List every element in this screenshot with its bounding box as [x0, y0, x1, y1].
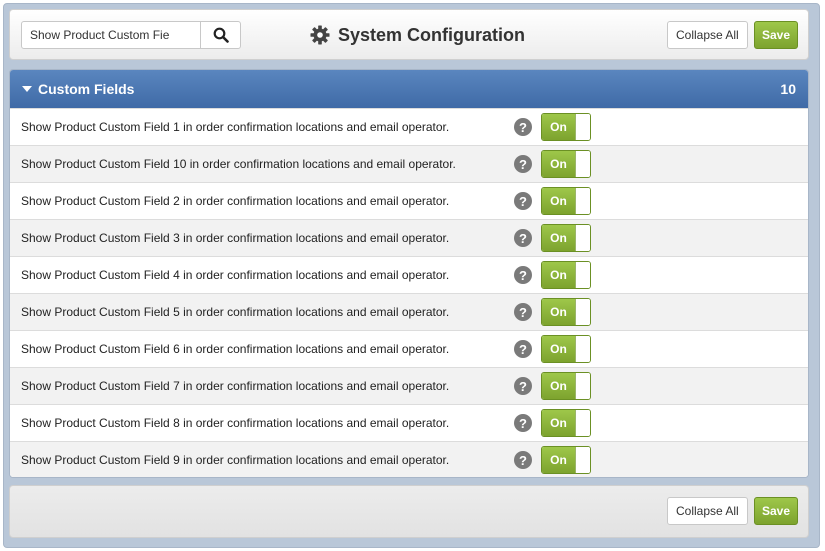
- toggle-on-label: On: [542, 410, 575, 436]
- toggle-knob: [575, 410, 590, 436]
- setting-row: Show Product Custom Field 4 in order con…: [10, 256, 808, 293]
- setting-row: Show Product Custom Field 1 in order con…: [10, 108, 808, 145]
- help-icon[interactable]: ?: [514, 155, 532, 173]
- setting-label: Show Product Custom Field 2 in order con…: [21, 194, 450, 208]
- help-icon[interactable]: ?: [514, 192, 532, 210]
- setting-label: Show Product Custom Field 10 in order co…: [21, 157, 456, 171]
- page-title: System Configuration: [310, 24, 525, 46]
- toggle-knob: [575, 151, 590, 177]
- panel-count: 10: [780, 81, 796, 97]
- setting-row: Show Product Custom Field 9 in order con…: [10, 441, 808, 477]
- setting-row: Show Product Custom Field 8 in order con…: [10, 404, 808, 441]
- toggle-on-label: On: [542, 336, 575, 362]
- on-off-toggle[interactable]: On: [541, 335, 591, 363]
- search-input[interactable]: [22, 22, 200, 48]
- toggle-knob: [575, 262, 590, 288]
- setting-label: Show Product Custom Field 7 in order con…: [21, 379, 450, 393]
- toggle-on-label: On: [542, 299, 575, 325]
- setting-label: Show Product Custom Field 9 in order con…: [21, 453, 450, 467]
- toggle-knob: [575, 114, 590, 140]
- toggle-knob: [575, 336, 590, 362]
- setting-row: Show Product Custom Field 6 in order con…: [10, 330, 808, 367]
- toggle-knob: [575, 225, 590, 251]
- custom-fields-panel: Custom Fields 10 Show Product Custom Fie…: [9, 69, 809, 478]
- help-icon[interactable]: ?: [514, 451, 532, 469]
- setting-row: Show Product Custom Field 2 in order con…: [10, 182, 808, 219]
- top-toolbar: System Configuration Collapse All Save: [9, 9, 809, 60]
- setting-label: Show Product Custom Field 8 in order con…: [21, 416, 450, 430]
- save-button[interactable]: Save: [754, 21, 799, 49]
- setting-row: Show Product Custom Field 5 in order con…: [10, 293, 808, 330]
- help-icon[interactable]: ?: [514, 266, 532, 284]
- search-icon: [213, 27, 229, 43]
- on-off-toggle[interactable]: On: [541, 298, 591, 326]
- setting-row: Show Product Custom Field 10 in order co…: [10, 145, 808, 182]
- help-icon[interactable]: ?: [514, 377, 532, 395]
- setting-row: Show Product Custom Field 7 in order con…: [10, 367, 808, 404]
- toggle-on-label: On: [542, 188, 575, 214]
- on-off-toggle[interactable]: On: [541, 150, 591, 178]
- toggle-on-label: On: [542, 447, 575, 473]
- on-off-toggle[interactable]: On: [541, 187, 591, 215]
- toggle-knob: [575, 188, 590, 214]
- on-off-toggle[interactable]: On: [541, 113, 591, 141]
- search-button[interactable]: [200, 22, 240, 48]
- on-off-toggle[interactable]: On: [541, 261, 591, 289]
- collapse-all-button-bottom[interactable]: Collapse All: [667, 497, 748, 525]
- toggle-on-label: On: [542, 151, 575, 177]
- toggle-knob: [575, 299, 590, 325]
- on-off-toggle[interactable]: On: [541, 372, 591, 400]
- help-icon[interactable]: ?: [514, 118, 532, 136]
- setting-label: Show Product Custom Field 5 in order con…: [21, 305, 450, 319]
- toggle-on-label: On: [542, 373, 575, 399]
- save-button-bottom[interactable]: Save: [754, 497, 799, 525]
- help-icon[interactable]: ?: [514, 340, 532, 358]
- search-box: [21, 21, 241, 49]
- on-off-toggle[interactable]: On: [541, 224, 591, 252]
- toggle-on-label: On: [542, 114, 575, 140]
- gear-icon: [310, 25, 330, 45]
- setting-label: Show Product Custom Field 3 in order con…: [21, 231, 450, 245]
- help-icon[interactable]: ?: [514, 303, 532, 321]
- settings-list: Show Product Custom Field 1 in order con…: [10, 108, 808, 477]
- setting-label: Show Product Custom Field 6 in order con…: [21, 342, 450, 356]
- panel-header[interactable]: Custom Fields 10: [10, 70, 808, 108]
- toggle-knob: [575, 447, 590, 473]
- on-off-toggle[interactable]: On: [541, 409, 591, 437]
- page-title-text: System Configuration: [338, 24, 526, 45]
- toggle-on-label: On: [542, 262, 575, 288]
- help-icon[interactable]: ?: [514, 229, 532, 247]
- toggle-on-label: On: [542, 225, 575, 251]
- caret-down-icon: [22, 86, 32, 92]
- setting-label: Show Product Custom Field 1 in order con…: [21, 120, 450, 134]
- on-off-toggle[interactable]: On: [541, 446, 591, 474]
- setting-row: Show Product Custom Field 3 in order con…: [10, 219, 808, 256]
- help-icon[interactable]: ?: [514, 414, 532, 432]
- collapse-all-button[interactable]: Collapse All: [667, 21, 748, 49]
- toggle-knob: [575, 373, 590, 399]
- panel-title: Custom Fields: [38, 81, 135, 97]
- setting-label: Show Product Custom Field 4 in order con…: [21, 268, 450, 282]
- bottom-toolbar: Collapse All Save: [9, 485, 809, 538]
